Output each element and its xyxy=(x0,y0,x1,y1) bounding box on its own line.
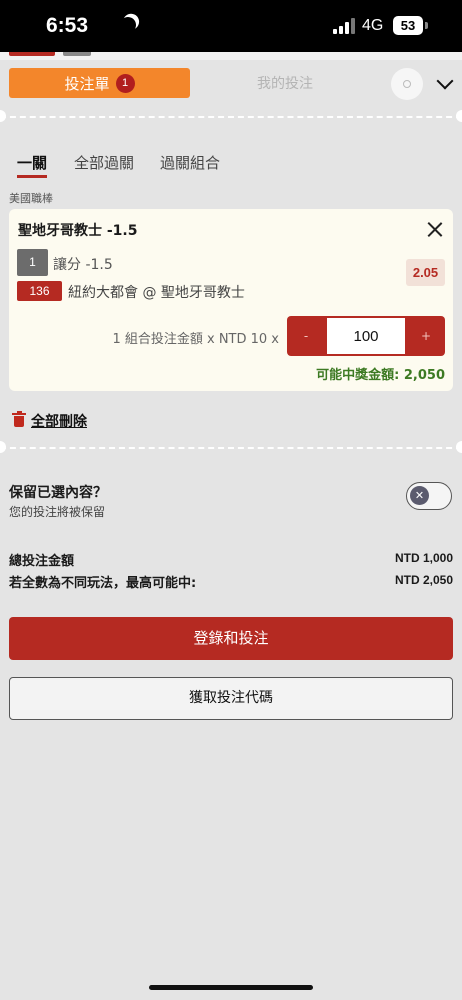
close-icon[interactable] xyxy=(427,221,443,237)
bet-card: 聖地牙哥教士 -1.5 1 讓分 -1.5 2.05 136 紐約大都會 @ 聖… xyxy=(9,209,453,391)
login-and-bet-button[interactable]: 登錄和投注 xyxy=(9,617,453,660)
battery-tip xyxy=(425,22,428,29)
league-label: 美國職棒 xyxy=(9,192,53,205)
tab-all-parlay[interactable]: 全部過關 xyxy=(74,152,134,173)
divider-notch xyxy=(0,110,6,122)
battery-icon: 53 xyxy=(393,16,423,35)
tab-parlay-combo[interactable]: 過關組合 xyxy=(160,152,220,173)
chevron-down-icon[interactable] xyxy=(436,72,454,90)
total-stake-value: NTD 1,000 xyxy=(394,551,453,565)
home-indicator[interactable] xyxy=(149,985,313,990)
event-id-badge: 136 xyxy=(17,281,62,301)
stake-increase-button[interactable]: + xyxy=(407,316,445,356)
trash-icon[interactable] xyxy=(12,411,26,427)
bet-selection-title: 聖地牙哥教士 -1.5 xyxy=(18,223,138,239)
delete-all-link[interactable]: 全部刪除 xyxy=(31,411,87,431)
active-tab-indicator xyxy=(17,175,47,178)
max-win-label: 若全數為不同玩法，最高可能中: xyxy=(9,576,197,591)
stake-label: 1 組合投注金額 x NTD 10 x xyxy=(112,332,279,347)
max-win-value: NTD 2,050 xyxy=(394,573,453,587)
keep-selections-title: 保留已選內容？ xyxy=(9,485,107,501)
stake-decrease-button[interactable]: - xyxy=(287,316,325,356)
divider-notch xyxy=(0,441,6,453)
divider-notch xyxy=(456,441,462,453)
stake-input[interactable] xyxy=(327,318,405,354)
betslip-count-badge: 1 xyxy=(115,73,135,93)
total-stake-label: 總投注金額 xyxy=(9,554,75,569)
gear-icon xyxy=(403,80,411,88)
divider xyxy=(0,447,462,449)
toggle-off-icon: ✕ xyxy=(410,486,429,505)
tab-betslip-label: 投注單 xyxy=(64,74,110,93)
get-bet-code-button[interactable]: 獲取投注代碼 xyxy=(9,677,453,720)
tab-my-bets[interactable]: 我的投注 xyxy=(205,73,365,93)
odds-value: 2.05 xyxy=(406,259,445,286)
status-bar: 6:53 4G 53 xyxy=(0,0,462,52)
divider-notch xyxy=(456,110,462,122)
background-grey-mark xyxy=(63,52,91,56)
settings-button[interactable] xyxy=(391,68,423,100)
keep-selections-subtitle: 您的投注將被保留 xyxy=(9,505,106,519)
divider xyxy=(0,116,462,118)
signal-icon xyxy=(333,18,355,34)
tab-single[interactable]: 一關 xyxy=(17,152,47,173)
matchup-label: 紐約大都會 @ 聖地牙哥教士 xyxy=(68,285,245,301)
status-time: 6:53 xyxy=(46,14,89,37)
background-red-mark xyxy=(9,52,55,56)
keep-selections-toggle[interactable]: ✕ xyxy=(406,482,452,510)
moon-icon xyxy=(118,15,139,36)
network-type: 4G xyxy=(362,17,384,34)
potential-win: 可能中獎金額: 2,050 xyxy=(316,368,445,383)
tab-betslip[interactable]: 投注單 1 xyxy=(9,68,190,98)
stake-stepper: - + xyxy=(287,316,445,356)
market-label: 讓分 -1.5 xyxy=(53,257,113,273)
market-number: 1 xyxy=(17,249,48,276)
betslip-header: 投注單 1 我的投注 xyxy=(0,58,462,108)
